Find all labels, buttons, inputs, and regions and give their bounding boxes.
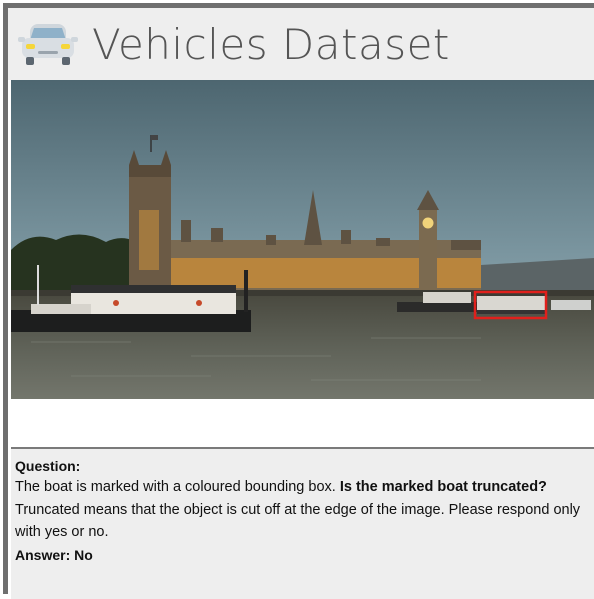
- question-text-bold: Is the marked boat truncated?: [339, 479, 547, 495]
- car-icon: [18, 24, 78, 65]
- question-panel: Question: The boat is marked with a colo…: [11, 449, 594, 599]
- photo-scene: [11, 80, 594, 399]
- question-label: Question:: [15, 458, 81, 474]
- header: Vehicles Dataset: [8, 8, 594, 80]
- question-text: The boat is marked with a coloured bound…: [15, 476, 590, 544]
- question-text-part2: Truncated means that the object is cut o…: [15, 501, 581, 541]
- photo-thames-parliament: [11, 80, 594, 399]
- card-frame: Vehicles Dataset Question: The boat is m…: [3, 3, 594, 599]
- question-text-part1: The boat is marked with a coloured bound…: [15, 479, 340, 495]
- answer-label: Answer: No: [15, 546, 93, 563]
- page-title: Vehicles Dataset: [92, 19, 450, 69]
